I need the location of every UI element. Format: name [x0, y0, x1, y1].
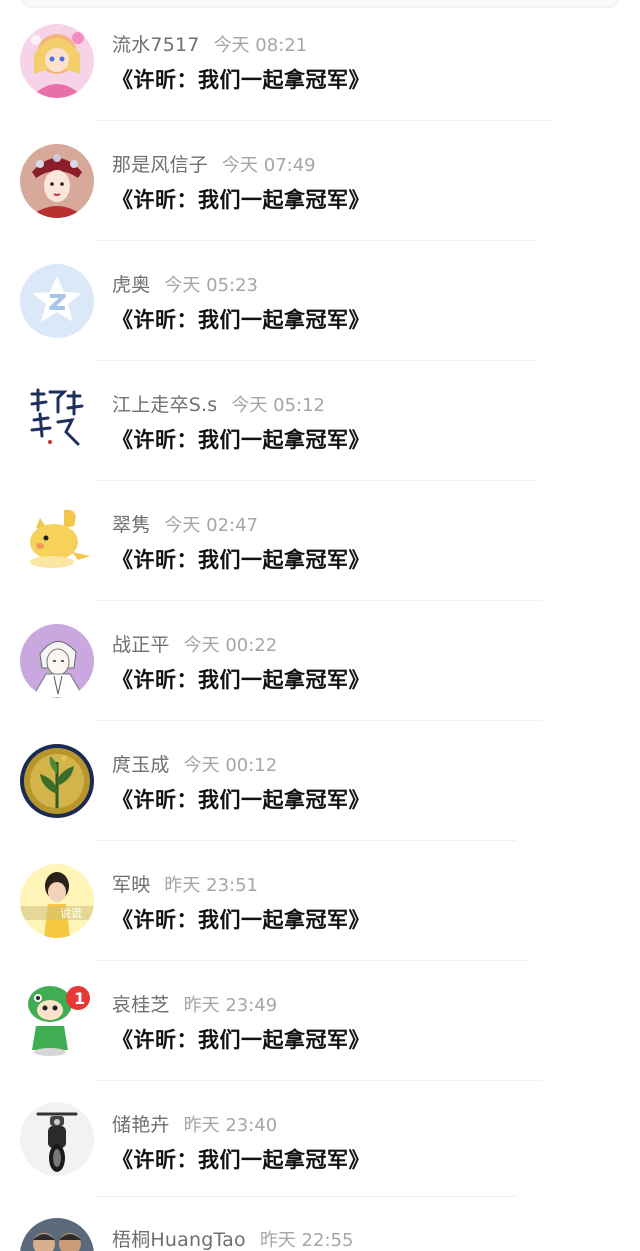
user-name[interactable]: 梧桐HuangTao [112, 1229, 246, 1251]
avatar[interactable] [20, 1218, 94, 1251]
comment-text: 《许昕：我们一起拿冠军》 [112, 548, 370, 572]
user-name[interactable]: 江上走卒S.s [112, 394, 217, 416]
user-name[interactable]: 那是风信子 [112, 154, 208, 176]
avatar[interactable] [20, 1102, 94, 1176]
timestamp: 今天 02:47 [164, 515, 259, 536]
comment-text: 《许昕：我们一起拿冠军》 [112, 428, 370, 452]
anime-girl-avatar-icon [20, 24, 94, 98]
green-dino-avatar-icon: 1 [20, 978, 94, 1058]
avatar[interactable] [20, 384, 94, 458]
timestamp: 今天 05:12 [231, 395, 326, 416]
user-name[interactable]: 流水7517 [112, 34, 200, 56]
avatar[interactable] [20, 24, 94, 98]
comment-item[interactable]: 流水7517 今天 08:21 《许昕：我们一起拿冠军》 [0, 0, 640, 121]
comment-text: 《许昕：我们一起拿冠军》 [112, 308, 370, 332]
user-name[interactable]: 哀桂芝 [112, 994, 170, 1016]
timestamp: 今天 07:49 [222, 155, 316, 176]
avatar-caption: 说谎 [60, 906, 82, 920]
avatar[interactable] [20, 744, 94, 818]
anime-boy-avatar-icon [20, 624, 94, 698]
timestamp: 昨天 23:51 [164, 875, 259, 896]
comment-text: 《许昕：我们一起拿冠军》 [112, 188, 370, 212]
timestamp: 今天 05:23 [164, 275, 259, 296]
comment-text: 《许昕：我们一起拿冠军》 [112, 668, 370, 692]
comment-text: 《许昕：我们一起拿冠军》 [112, 788, 370, 812]
comment-item[interactable]: 说谎 军映 昨天 23:51 《许昕：我们一起拿冠军》 [0, 840, 640, 961]
comment-item[interactable]: 翠隽 今天 02:47 《许昕：我们一起拿冠军》 [0, 480, 640, 601]
comment-item[interactable]: 战正平 今天 00:22 《许昕：我们一起拿冠军》 [0, 600, 640, 721]
user-name[interactable]: 虎奥 [112, 274, 150, 296]
avatar-badge: 1 [74, 989, 85, 1008]
avatar[interactable]: 1 [20, 978, 94, 1058]
two-men-photo-avatar-icon [20, 1218, 94, 1251]
girl-lie-avatar-icon: 说谎 [20, 864, 94, 938]
timestamp: 昨天 23:40 [183, 1115, 278, 1136]
comment-item[interactable]: 江上走卒S.s 今天 05:12 《许昕：我们一起拿冠军》 [0, 360, 640, 481]
calligraphy-avatar-icon [20, 384, 94, 458]
comment-text: 《许昕：我们一起拿冠军》 [112, 908, 370, 932]
timestamp: 今天 00:12 [183, 755, 278, 776]
comment-text: 《许昕：我们一起拿冠军》 [112, 1148, 370, 1172]
comment-text: 《许昕：我们一起拿冠军》 [112, 68, 370, 92]
qq-default-avatar-icon [20, 264, 94, 338]
timestamp: 今天 00:22 [183, 635, 278, 656]
gold-coin-plant-avatar-icon [20, 744, 94, 818]
timestamp: 今天 08:21 [213, 35, 308, 56]
comment-text: 《许昕：我们一起拿冠军》 [112, 1028, 370, 1052]
user-name[interactable]: 翠隽 [112, 514, 150, 536]
comment-item[interactable]: 虎奥 今天 05:23 《许昕：我们一起拿冠军》 [0, 240, 640, 361]
user-name[interactable]: 庹玉成 [112, 754, 170, 776]
timestamp: 昨天 22:55 [259, 1230, 354, 1251]
user-name[interactable]: 储艳卉 [112, 1114, 170, 1136]
divider [96, 1196, 516, 1197]
comment-item[interactable]: 梧桐HuangTao 昨天 22:55 [0, 1200, 640, 1251]
comment-item[interactable]: 储艳卉 昨天 23:40 《许昕：我们一起拿冠军》 [0, 1080, 640, 1200]
comment-item[interactable]: 1 哀桂芝 昨天 23:49 《许昕：我们一起拿冠军》 [0, 960, 640, 1081]
avatar[interactable] [20, 144, 94, 218]
user-name[interactable]: 战正平 [112, 634, 170, 656]
user-name[interactable]: 军映 [112, 874, 150, 896]
motorcycle-avatar-icon [20, 1102, 94, 1176]
comment-item[interactable]: 那是风信子 今天 07:49 《许昕：我们一起拿冠军》 [0, 120, 640, 241]
timestamp: 昨天 23:49 [183, 995, 278, 1016]
avatar[interactable] [20, 504, 94, 578]
avatar[interactable]: 说谎 [20, 864, 94, 938]
comment-item[interactable]: 庹玉成 今天 00:12 《许昕：我们一起拿冠军》 [0, 720, 640, 841]
opera-girl-avatar-icon [20, 144, 94, 218]
avatar[interactable] [20, 624, 94, 698]
avatar[interactable] [20, 264, 94, 338]
yellow-cartoon-avatar-icon [20, 504, 94, 578]
